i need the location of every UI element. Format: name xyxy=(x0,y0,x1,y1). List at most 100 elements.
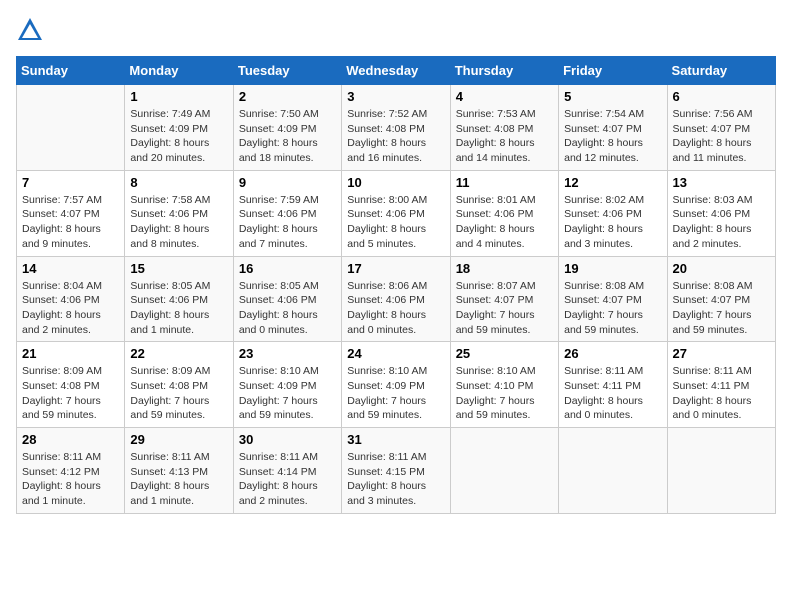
day-number: 30 xyxy=(239,432,336,447)
calendar-cell: 11 Sunrise: 8:01 AM Sunset: 4:06 PM Dayli… xyxy=(450,170,558,256)
day-info: Sunrise: 8:11 AM Sunset: 4:13 PM Dayligh… xyxy=(130,450,227,509)
calendar-cell: 28 Sunrise: 8:11 AM Sunset: 4:12 PM Dayli… xyxy=(17,428,125,514)
day-number: 7 xyxy=(22,175,119,190)
header-cell-thursday: Thursday xyxy=(450,57,558,85)
week-row: 7 Sunrise: 7:57 AM Sunset: 4:07 PM Daylig… xyxy=(17,170,776,256)
header-cell-tuesday: Tuesday xyxy=(233,57,341,85)
calendar-cell: 5 Sunrise: 7:54 AM Sunset: 4:07 PM Daylig… xyxy=(559,85,667,171)
day-info: Sunrise: 8:09 AM Sunset: 4:08 PM Dayligh… xyxy=(130,364,227,423)
day-number: 14 xyxy=(22,261,119,276)
day-number: 3 xyxy=(347,89,444,104)
day-info: Sunrise: 8:06 AM Sunset: 4:06 PM Dayligh… xyxy=(347,279,444,338)
calendar-body: 1 Sunrise: 7:49 AM Sunset: 4:09 PM Daylig… xyxy=(17,85,776,514)
day-number: 13 xyxy=(673,175,770,190)
day-info: Sunrise: 8:10 AM Sunset: 4:09 PM Dayligh… xyxy=(239,364,336,423)
day-info: Sunrise: 7:54 AM Sunset: 4:07 PM Dayligh… xyxy=(564,107,661,166)
calendar-cell: 9 Sunrise: 7:59 AM Sunset: 4:06 PM Daylig… xyxy=(233,170,341,256)
header-row: SundayMondayTuesdayWednesdayThursdayFrid… xyxy=(17,57,776,85)
day-info: Sunrise: 8:00 AM Sunset: 4:06 PM Dayligh… xyxy=(347,193,444,252)
calendar-cell: 27 Sunrise: 8:11 AM Sunset: 4:11 PM Dayli… xyxy=(667,342,775,428)
day-info: Sunrise: 7:53 AM Sunset: 4:08 PM Dayligh… xyxy=(456,107,553,166)
day-info: Sunrise: 7:52 AM Sunset: 4:08 PM Dayligh… xyxy=(347,107,444,166)
day-number: 24 xyxy=(347,346,444,361)
day-info: Sunrise: 8:08 AM Sunset: 4:07 PM Dayligh… xyxy=(564,279,661,338)
day-info: Sunrise: 8:09 AM Sunset: 4:08 PM Dayligh… xyxy=(22,364,119,423)
day-number: 5 xyxy=(564,89,661,104)
calendar-cell xyxy=(17,85,125,171)
calendar-cell: 19 Sunrise: 8:08 AM Sunset: 4:07 PM Dayli… xyxy=(559,256,667,342)
calendar-cell xyxy=(667,428,775,514)
day-info: Sunrise: 8:02 AM Sunset: 4:06 PM Dayligh… xyxy=(564,193,661,252)
day-number: 2 xyxy=(239,89,336,104)
calendar-cell: 30Sunrise: 8:11 AM Sunset: 4:14 PM Dayli… xyxy=(233,428,341,514)
calendar-cell: 31 Sunrise: 8:11 AM Sunset: 4:15 PM Dayli… xyxy=(342,428,450,514)
day-info: Sunrise: 8:04 AM Sunset: 4:06 PM Dayligh… xyxy=(22,279,119,338)
day-number: 4 xyxy=(456,89,553,104)
day-number: 27 xyxy=(673,346,770,361)
day-number: 28 xyxy=(22,432,119,447)
day-info: Sunrise: 7:56 AM Sunset: 4:07 PM Dayligh… xyxy=(673,107,770,166)
day-info: Sunrise: 8:01 AM Sunset: 4:06 PM Dayligh… xyxy=(456,193,553,252)
day-number: 25 xyxy=(456,346,553,361)
day-number: 31 xyxy=(347,432,444,447)
calendar-cell: 22 Sunrise: 8:09 AM Sunset: 4:08 PM Dayli… xyxy=(125,342,233,428)
calendar-cell: 3 Sunrise: 7:52 AM Sunset: 4:08 PM Daylig… xyxy=(342,85,450,171)
day-info: Sunrise: 8:10 AM Sunset: 4:10 PM Dayligh… xyxy=(456,364,553,423)
calendar-cell: 14 Sunrise: 8:04 AM Sunset: 4:06 PM Dayli… xyxy=(17,256,125,342)
day-number: 21 xyxy=(22,346,119,361)
week-row: 14 Sunrise: 8:04 AM Sunset: 4:06 PM Dayli… xyxy=(17,256,776,342)
day-info: Sunrise: 8:11 AM Sunset: 4:12 PM Dayligh… xyxy=(22,450,119,509)
calendar-cell: 21 Sunrise: 8:09 AM Sunset: 4:08 PM Dayli… xyxy=(17,342,125,428)
calendar-cell: 7 Sunrise: 7:57 AM Sunset: 4:07 PM Daylig… xyxy=(17,170,125,256)
calendar-cell: 8Sunrise: 7:58 AM Sunset: 4:06 PM Daylig… xyxy=(125,170,233,256)
day-number: 9 xyxy=(239,175,336,190)
day-number: 20 xyxy=(673,261,770,276)
week-row: 21 Sunrise: 8:09 AM Sunset: 4:08 PM Dayli… xyxy=(17,342,776,428)
day-number: 16 xyxy=(239,261,336,276)
day-number: 29 xyxy=(130,432,227,447)
header-cell-friday: Friday xyxy=(559,57,667,85)
day-number: 23 xyxy=(239,346,336,361)
calendar-cell: 25 Sunrise: 8:10 AM Sunset: 4:10 PM Dayli… xyxy=(450,342,558,428)
calendar-cell: 12Sunrise: 8:02 AM Sunset: 4:06 PM Dayli… xyxy=(559,170,667,256)
header-cell-sunday: Sunday xyxy=(17,57,125,85)
day-number: 26 xyxy=(564,346,661,361)
calendar-cell: 4 Sunrise: 7:53 AM Sunset: 4:08 PM Daylig… xyxy=(450,85,558,171)
day-info: Sunrise: 8:08 AM Sunset: 4:07 PM Dayligh… xyxy=(673,279,770,338)
calendar-cell xyxy=(559,428,667,514)
logo-icon xyxy=(16,16,44,44)
calendar-cell: 20 Sunrise: 8:08 AM Sunset: 4:07 PM Dayli… xyxy=(667,256,775,342)
day-info: Sunrise: 8:11 AM Sunset: 4:11 PM Dayligh… xyxy=(673,364,770,423)
day-info: Sunrise: 7:57 AM Sunset: 4:07 PM Dayligh… xyxy=(22,193,119,252)
day-info: Sunrise: 8:05 AM Sunset: 4:06 PM Dayligh… xyxy=(130,279,227,338)
day-info: Sunrise: 8:05 AM Sunset: 4:06 PM Dayligh… xyxy=(239,279,336,338)
calendar-cell: 6Sunrise: 7:56 AM Sunset: 4:07 PM Daylig… xyxy=(667,85,775,171)
logo xyxy=(16,16,48,44)
calendar-cell: 1 Sunrise: 7:49 AM Sunset: 4:09 PM Daylig… xyxy=(125,85,233,171)
calendar-cell: 15Sunrise: 8:05 AM Sunset: 4:06 PM Dayli… xyxy=(125,256,233,342)
day-number: 11 xyxy=(456,175,553,190)
day-info: Sunrise: 8:10 AM Sunset: 4:09 PM Dayligh… xyxy=(347,364,444,423)
day-info: Sunrise: 7:59 AM Sunset: 4:06 PM Dayligh… xyxy=(239,193,336,252)
week-row: 1 Sunrise: 7:49 AM Sunset: 4:09 PM Daylig… xyxy=(17,85,776,171)
day-info: Sunrise: 8:11 AM Sunset: 4:11 PM Dayligh… xyxy=(564,364,661,423)
day-number: 22 xyxy=(130,346,227,361)
calendar-header: SundayMondayTuesdayWednesdayThursdayFrid… xyxy=(17,57,776,85)
day-info: Sunrise: 8:11 AM Sunset: 4:15 PM Dayligh… xyxy=(347,450,444,509)
calendar-cell: 10 Sunrise: 8:00 AM Sunset: 4:06 PM Dayli… xyxy=(342,170,450,256)
day-number: 18 xyxy=(456,261,553,276)
page-header xyxy=(16,16,776,44)
header-cell-wednesday: Wednesday xyxy=(342,57,450,85)
day-number: 1 xyxy=(130,89,227,104)
day-info: Sunrise: 7:49 AM Sunset: 4:09 PM Dayligh… xyxy=(130,107,227,166)
day-number: 19 xyxy=(564,261,661,276)
week-row: 28 Sunrise: 8:11 AM Sunset: 4:12 PM Dayli… xyxy=(17,428,776,514)
calendar-cell: 17 Sunrise: 8:06 AM Sunset: 4:06 PM Dayli… xyxy=(342,256,450,342)
day-number: 10 xyxy=(347,175,444,190)
calendar-cell: 13 Sunrise: 8:03 AM Sunset: 4:06 PM Dayli… xyxy=(667,170,775,256)
day-info: Sunrise: 7:58 AM Sunset: 4:06 PM Dayligh… xyxy=(130,193,227,252)
day-info: Sunrise: 8:03 AM Sunset: 4:06 PM Dayligh… xyxy=(673,193,770,252)
day-number: 17 xyxy=(347,261,444,276)
calendar-cell: 23 Sunrise: 8:10 AM Sunset: 4:09 PM Dayli… xyxy=(233,342,341,428)
calendar-cell: 16 Sunrise: 8:05 AM Sunset: 4:06 PM Dayli… xyxy=(233,256,341,342)
